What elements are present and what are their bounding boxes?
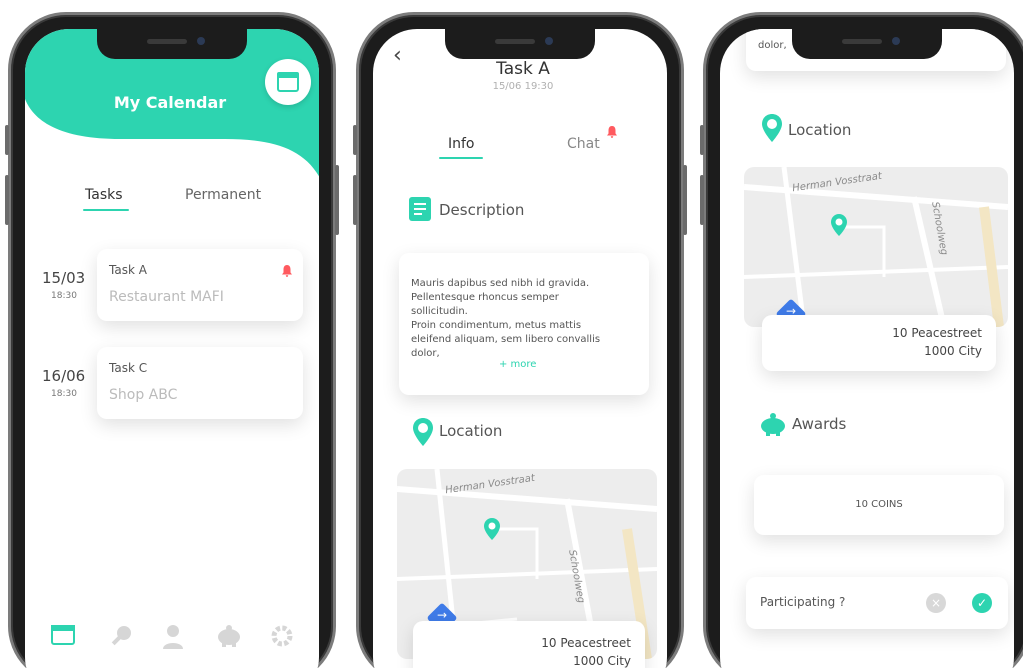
address-line: 10 Peacestreet xyxy=(892,326,982,340)
notch xyxy=(445,29,595,59)
task-location: Restaurant MAFI xyxy=(109,289,224,305)
location-pin-icon xyxy=(413,418,433,446)
map-pin-icon xyxy=(831,214,847,236)
description-line: Proin condimentum, metus mattis xyxy=(411,320,582,331)
phone-frame-task-details: dolor, + more Location Herman Vosstraat … xyxy=(700,12,1023,668)
tab-tasks[interactable]: Tasks xyxy=(85,187,123,203)
description-line: Pellentesque rhoncus semper xyxy=(411,292,559,303)
bottom-nav xyxy=(25,617,319,667)
more-link[interactable]: + more xyxy=(499,359,536,370)
screen-task-details: dolor, + more Location Herman Vosstraat … xyxy=(720,29,1014,668)
tab-underline xyxy=(83,209,129,211)
description-line: sollicitudin. xyxy=(411,306,468,317)
section-title-description: Description xyxy=(439,201,525,219)
tab-chat[interactable]: Chat xyxy=(567,136,600,152)
notch xyxy=(97,29,247,59)
description-line: Mauris dapibus sed nibh id gravida. xyxy=(411,278,590,289)
phone-frame-task-info: ‹ Task A 15/06 19:30 Info Chat Descripti… xyxy=(353,12,687,668)
phone-frame-calendar: My Calendar Tasks Permanent 15/03 18:30 … xyxy=(5,12,339,668)
task-location: Shop ABC xyxy=(109,387,178,403)
section-title-location: Location xyxy=(788,121,852,139)
screen-task-info: ‹ Task A 15/06 19:30 Info Chat Descripti… xyxy=(373,29,667,668)
description-line: eleifend aliquam, sem libero convallis xyxy=(411,334,601,345)
participating-label: Participating ? xyxy=(760,595,846,609)
address-card: 10 Peacestreet 1000 City xyxy=(413,621,645,668)
calendar-icon xyxy=(277,72,299,92)
task-time: 18:30 xyxy=(51,291,77,301)
task-date: 16/06 xyxy=(42,367,86,385)
task-date: 15/03 xyxy=(42,269,86,287)
task-title: Task A xyxy=(109,263,147,277)
tab-info[interactable]: Info xyxy=(448,136,475,152)
search-icon[interactable] xyxy=(109,623,135,654)
decline-button[interactable]: × xyxy=(926,593,946,613)
task-datetime: 15/06 19:30 xyxy=(492,81,554,92)
piggy-bank-icon xyxy=(761,413,785,436)
location-pin-icon xyxy=(762,114,782,142)
calendar-button[interactable] xyxy=(265,59,311,105)
screen-calendar: My Calendar Tasks Permanent 15/03 18:30 … xyxy=(25,29,319,668)
description-card: Mauris dapibus sed nibh id gravida. Pell… xyxy=(399,253,649,395)
accept-button[interactable]: ✓ xyxy=(972,593,992,613)
description-line: dolor, xyxy=(411,348,440,359)
document-icon xyxy=(409,197,431,221)
user-icon[interactable] xyxy=(161,623,185,654)
address-card: 10 Peacestreet 1000 City xyxy=(762,315,996,371)
address-line: 10 Peacestreet xyxy=(541,636,631,650)
task-card[interactable]: Task C Shop ABC xyxy=(97,347,303,419)
task-time: 18:30 xyxy=(51,389,77,399)
awards-card: 10 COINS xyxy=(754,475,1004,535)
awards-value: 10 COINS xyxy=(855,499,903,510)
bell-icon xyxy=(607,126,617,138)
participating-card: Participating ? × ✓ xyxy=(746,577,1008,629)
calendar-icon[interactable] xyxy=(51,625,75,645)
task-title: Task C xyxy=(109,361,148,375)
gear-icon[interactable] xyxy=(271,625,293,652)
map-pin-icon xyxy=(484,518,500,540)
notch xyxy=(792,29,942,59)
section-title-awards: Awards xyxy=(792,415,847,433)
task-card[interactable]: Task A Restaurant MAFI xyxy=(97,249,303,321)
address-line: 1000 City xyxy=(924,344,982,358)
tab-permanent[interactable]: Permanent xyxy=(185,187,261,203)
description-line: dolor, xyxy=(758,40,787,51)
bell-icon xyxy=(282,265,292,277)
section-title-location: Location xyxy=(439,422,503,440)
tab-underline xyxy=(439,157,483,159)
location-map[interactable]: Herman Vosstraat Schoolweg xyxy=(744,167,1008,327)
piggy-bank-icon[interactable] xyxy=(215,625,243,652)
page-title: Task A xyxy=(496,59,550,79)
address-line: 1000 City xyxy=(573,654,631,668)
